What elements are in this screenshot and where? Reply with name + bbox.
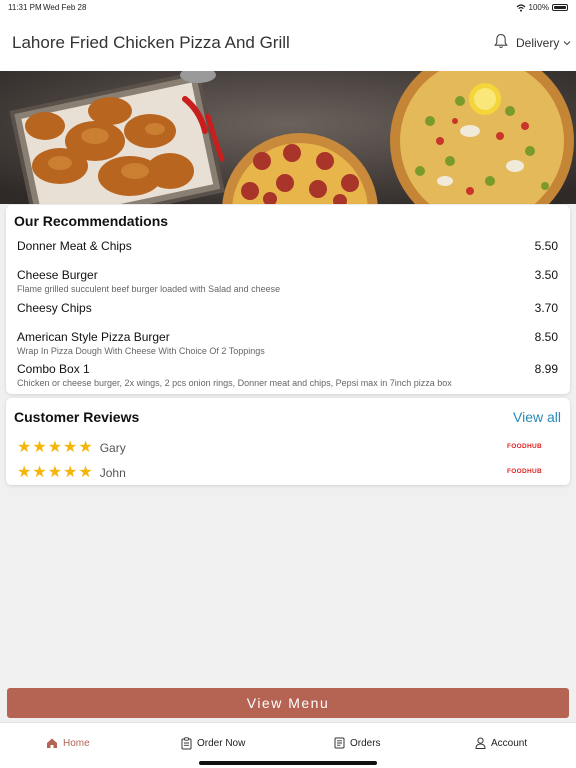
star-icon: ★ [78,439,93,456]
tab-order-now-label: Order Now [197,738,246,749]
bottom-tab-bar: Home Order Now Orders Account [0,722,576,768]
tab-orders[interactable]: Orders [334,737,381,749]
battery-percent: 100% [528,3,549,12]
customer-reviews-card: Customer Reviews View all ★ ★ ★ ★ ★ Gary FOO… [6,398,570,485]
menu-item-name: American Style Pizza Burger [17,330,170,344]
star-icon: ★ [32,464,47,481]
star-rating: ★ ★ ★ ★ ★ [17,440,93,456]
star-icon: ★ [78,464,93,481]
star-icon: ★ [47,464,63,481]
menu-item-price: 8.99 [534,362,558,376]
delivery-label: Delivery [516,36,560,50]
tab-account[interactable]: Account [475,737,527,749]
status-indicators: 100% [516,3,568,12]
menu-item[interactable]: American Style Pizza Burger Wrap In Pizz… [17,330,558,356]
receipt-icon [334,737,345,749]
menu-item-price: 5.50 [534,239,558,253]
view-menu-button[interactable]: View Menu [7,688,569,718]
foodhub-logo: FOODHUB [507,443,542,450]
menu-item-description: Chicken or cheese burger, 2x wings, 2 pc… [17,378,452,388]
tab-account-label: Account [491,737,528,749]
menu-item-name: Combo Box 1 [17,362,90,376]
wifi-icon [516,3,525,12]
food-photo [0,71,576,204]
foodhub-logo: FOODHUB [507,468,542,475]
star-icon: ★ [63,464,78,481]
menu-item-description: Wrap In Pizza Dough With Cheese With Cho… [17,346,265,356]
restaurant-title: Lahore Fried Chicken Pizza And Grill [12,33,290,52]
menu-item[interactable]: Cheese Burger Flame grilled succulent be… [17,268,558,294]
menu-item[interactable]: Cheesy Chips 3.70 [17,301,558,315]
reviews-title: Customer Reviews [14,409,140,425]
star-icon: ★ [47,439,63,456]
chevron-down-icon [563,41,571,46]
status-time: 11:31 PM [8,3,42,12]
bell-icon[interactable] [494,33,508,49]
person-icon [475,737,486,749]
hero-banner-image [0,71,576,204]
star-rating: ★ ★ ★ ★ ★ [17,465,93,481]
tab-home-label: Home [63,737,90,749]
star-icon: ★ [17,439,32,456]
delivery-selector[interactable]: Delivery [516,36,571,50]
recommendations-card: Our Recommendations Donner Meat & Chips … [6,205,570,394]
review-row[interactable]: ★ ★ ★ ★ ★ Gary FOODHUB [17,439,558,457]
app-header: Lahore Fried Chicken Pizza And Grill Del… [0,14,576,71]
menu-item-price: 3.50 [534,268,558,282]
tab-orders-label: Orders [350,737,381,749]
menu-item-price: 3.70 [534,301,558,315]
menu-item[interactable]: Combo Box 1 Chicken or cheese burger, 2x… [17,362,558,388]
home-indicator[interactable] [199,761,377,765]
review-row[interactable]: ★ ★ ★ ★ ★ John FOODHUB [17,464,558,482]
star-icon: ★ [63,439,78,456]
recommendations-title: Our Recommendations [14,213,169,229]
star-icon: ★ [32,439,47,456]
tab-order-now[interactable]: Order Now [181,737,245,750]
home-icon [47,738,57,748]
menu-item-name: Cheesy Chips [17,301,92,315]
star-icon: ★ [17,464,32,481]
menu-item-price: 8.50 [534,330,558,344]
battery-icon [552,4,568,11]
reviewer-name: John [99,466,126,480]
reviewer-name: Gary [99,441,126,455]
tab-home[interactable]: Home [46,737,90,749]
status-bar: 11:31 PM Wed Feb 28 100% [0,0,576,14]
clipboard-icon [181,737,192,750]
status-date: Wed Feb 28 [43,3,87,12]
menu-item-name: Donner Meat & Chips [17,239,132,253]
menu-item-description: Flame grilled succulent beef burger load… [17,284,281,294]
view-all-link[interactable]: View all [513,409,561,425]
menu-item[interactable]: Donner Meat & Chips 5.50 [17,239,558,253]
menu-item-name: Cheese Burger [17,268,98,282]
